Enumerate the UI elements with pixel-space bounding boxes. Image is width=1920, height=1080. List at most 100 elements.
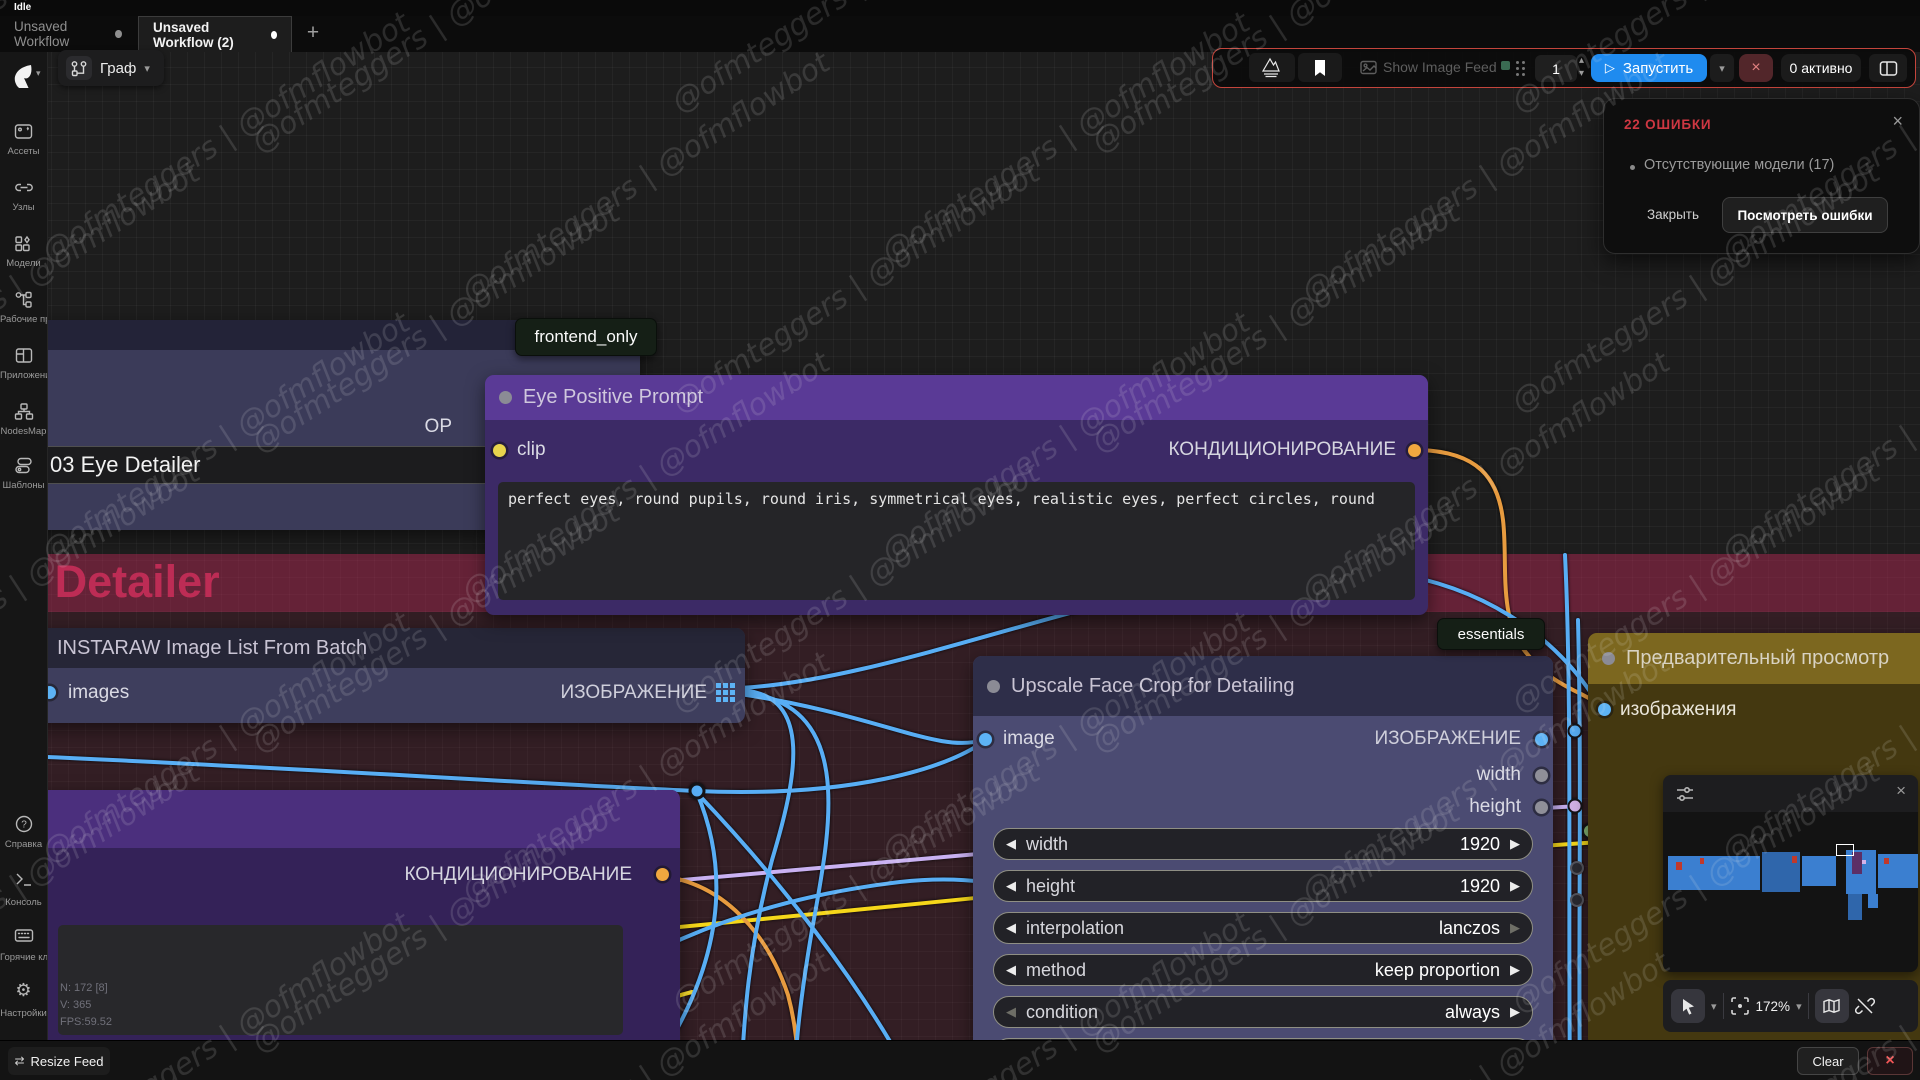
sidebar-item-hotkeys[interactable] — [0, 926, 47, 950]
zoom-level[interactable]: 172% — [1756, 999, 1791, 1014]
minimap-panel[interactable]: × — [1663, 775, 1918, 972]
status-label: Idle — [14, 2, 31, 13]
increment-arrow[interactable]: ▶ — [1510, 836, 1520, 852]
fit-view-icon[interactable] — [1730, 996, 1750, 1016]
widget-method[interactable]: ◀ method keep proportion ▶ — [993, 954, 1533, 986]
active-jobs-button[interactable]: 0 активно — [1781, 54, 1861, 82]
input-slot-clip[interactable] — [493, 444, 506, 457]
pointer-mode-chevron[interactable]: ▾ — [1711, 1000, 1717, 1013]
filter-sliders-icon[interactable] — [1675, 785, 1695, 803]
count-increment[interactable]: ▴ — [1579, 54, 1584, 67]
drag-handle[interactable] — [1516, 61, 1519, 64]
output-slot-conditioning[interactable] — [656, 868, 669, 881]
node-instaraw-image-list[interactable]: INSTARAW Image List From Batch images ИЗ… — [0, 628, 745, 723]
sidebar-item-models[interactable] — [0, 234, 47, 258]
close-icon[interactable]: × — [1892, 111, 1903, 132]
widget-height[interactable]: ◀ height 1920 ▶ — [993, 870, 1533, 902]
minimap-image[interactable] — [1663, 812, 1918, 972]
sidebar-item-workflows[interactable] — [0, 290, 47, 314]
play-icon: ▷ — [1605, 60, 1615, 76]
logo-queue-button[interactable] — [1249, 53, 1295, 82]
widget-interpolation[interactable]: ◀ interpolation lanczos ▶ — [993, 912, 1533, 944]
errors-title: 22 ОШИБКИ — [1624, 117, 1711, 132]
sidebar-item-settings[interactable]: ⚙ — [0, 980, 47, 1001]
resize-feed-button[interactable]: ⇄ Resize Feed — [8, 1047, 110, 1075]
decrement-arrow[interactable]: ◀ — [1006, 962, 1016, 978]
reroute-dot[interactable] — [690, 784, 704, 798]
node-header[interactable]: INSTARAW Image List From Batch — [0, 628, 745, 668]
bookmark-button[interactable] — [1298, 53, 1342, 82]
node-upscale-face-crop[interactable]: Upscale Face Crop for Detailing image ИЗ… — [973, 656, 1553, 1080]
sidebar-item-console[interactable] — [0, 870, 47, 894]
node-header[interactable]: Предварительный просмотр — [1588, 633, 1920, 684]
run-button[interactable]: ▷ Запустить — [1591, 54, 1707, 82]
output-slot-image[interactable] — [1535, 733, 1548, 746]
prompt-text-widget[interactable] — [58, 925, 623, 1035]
svg-text:?: ? — [21, 820, 27, 831]
collapse-dot[interactable] — [1602, 652, 1615, 665]
node-title: INSTARAW Image List From Batch — [57, 637, 367, 660]
decrement-arrow[interactable]: ◀ — [1006, 836, 1016, 852]
bookmark-icon — [1313, 59, 1327, 77]
minimap-toggle-button[interactable] — [1815, 989, 1849, 1023]
widget-condition[interactable]: ◀ condition always ▶ — [993, 996, 1533, 1028]
count-decrement[interactable]: ▾ — [1579, 67, 1584, 80]
increment-arrow[interactable]: ▶ — [1510, 1004, 1520, 1020]
sidebar-item-templates[interactable] — [0, 456, 47, 480]
output-slot-height[interactable] — [1535, 801, 1548, 814]
show-image-feed-label: Show Image Feed — [1383, 59, 1497, 75]
node-header[interactable] — [0, 790, 680, 848]
prompt-text-widget[interactable]: perfect eyes, round pupils, round iris, … — [498, 482, 1415, 600]
node-eye-positive-prompt[interactable]: Eye Positive Prompt clip КОНДИЦИОНИРОВАН… — [485, 375, 1428, 615]
increment-arrow[interactable]: ▶ — [1510, 962, 1520, 978]
node-negative-prompt[interactable]: КОНДИЦИОНИРОВАНИЕ — [0, 790, 680, 1080]
graph-menu-button[interactable]: Граф ▾ — [58, 50, 164, 86]
node-header[interactable]: Eye Positive Prompt — [485, 375, 1428, 420]
sidebar-item-apps[interactable] — [0, 346, 47, 370]
output-slot-width[interactable] — [1535, 769, 1548, 782]
logo-chevron[interactable]: ▾ — [36, 68, 41, 79]
new-tab-button[interactable]: + — [300, 20, 326, 46]
zoom-chevron[interactable]: ▾ — [1796, 1000, 1802, 1013]
minimap-viewport[interactable] — [1836, 844, 1854, 856]
sidebar-item-nodesmap[interactable] — [0, 402, 47, 426]
sidebar-item-assets[interactable] — [0, 122, 47, 146]
close-icon[interactable]: × — [1896, 781, 1906, 801]
batch-output-grid-icon[interactable] — [716, 683, 735, 702]
collapse-dot[interactable] — [987, 680, 1000, 693]
input-slot-image[interactable] — [979, 733, 992, 746]
clear-feed-button[interactable]: Clear — [1797, 1047, 1859, 1075]
toggle-panel-button[interactable] — [1869, 54, 1907, 82]
batch-count-input[interactable]: 1 — [1535, 55, 1577, 82]
tab-unsaved-workflow-2[interactable]: Unsaved Workflow (2) — [138, 16, 292, 52]
sidebar-item-help[interactable]: ? — [0, 814, 47, 839]
input-slot-images[interactable] — [1598, 703, 1611, 716]
comfyui-logo[interactable] — [10, 62, 36, 88]
sidebar-item-nodes[interactable] — [0, 178, 47, 202]
cancel-run-button[interactable]: × — [1739, 54, 1773, 82]
unsaved-dot — [115, 30, 122, 38]
workflow-tab-bar: Unsaved Workflow Unsaved Workflow (2) + — [0, 16, 1920, 52]
view-errors-button[interactable]: Посмотреть ошибки — [1722, 197, 1888, 233]
graph-label: Граф — [100, 60, 136, 77]
node-title: Eye Positive Prompt — [523, 386, 703, 409]
run-options-chevron[interactable]: ▾ — [1710, 54, 1734, 82]
dismiss-button[interactable]: Закрыть — [1634, 197, 1712, 231]
widget-width[interactable]: ◀ width 1920 ▶ — [993, 828, 1533, 860]
canvas-controls: ▾ 172% ▾ — [1663, 980, 1918, 1032]
node-header[interactable]: Upscale Face Crop for Detailing — [973, 656, 1553, 716]
mountain-icon — [1259, 56, 1285, 80]
close-feed-button[interactable]: × — [1867, 1047, 1913, 1075]
increment-arrow[interactable]: ▶ — [1510, 920, 1520, 936]
decrement-arrow[interactable]: ◀ — [1006, 1004, 1016, 1020]
resize-icon: ⇄ — [14, 1054, 24, 1068]
toggle-links-icon[interactable] — [1855, 996, 1875, 1016]
pointer-mode-button[interactable] — [1671, 989, 1705, 1023]
decrement-arrow[interactable]: ◀ — [1006, 920, 1016, 936]
decrement-arrow[interactable]: ◀ — [1006, 878, 1016, 894]
tab-unsaved-workflow[interactable]: Unsaved Workflow — [0, 16, 136, 52]
increment-arrow[interactable]: ▶ — [1510, 878, 1520, 894]
output-slot-conditioning[interactable] — [1408, 444, 1421, 457]
comfyui-app: Eye Detailer — [0, 0, 1920, 1080]
collapse-dot[interactable] — [499, 391, 512, 404]
